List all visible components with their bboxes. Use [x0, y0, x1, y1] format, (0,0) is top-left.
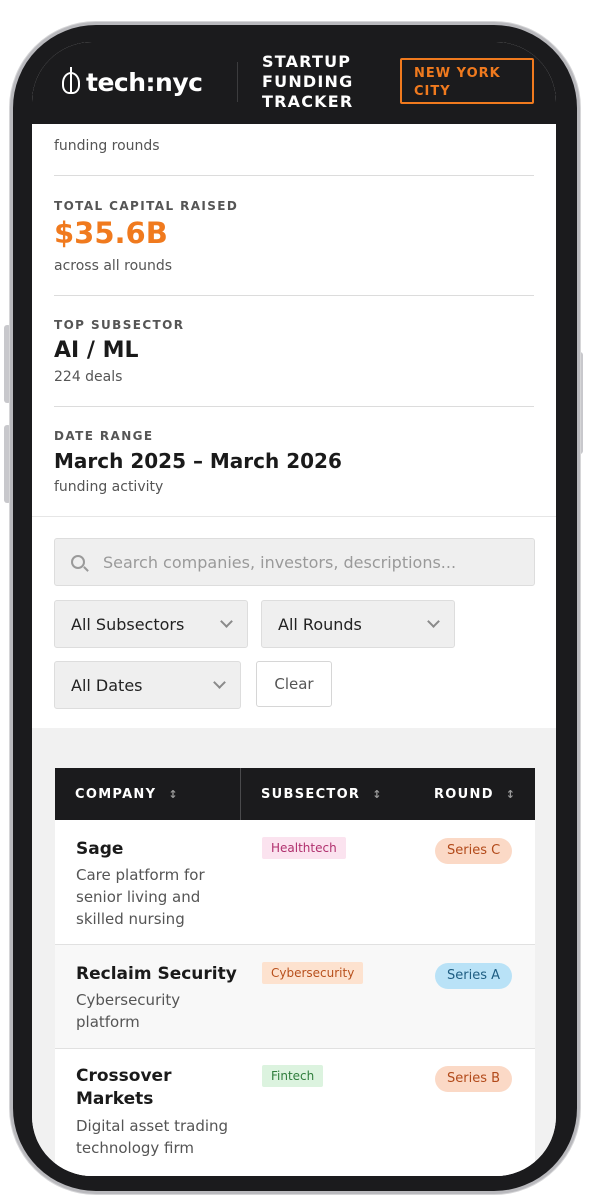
column-header-round[interactable]: ROUND ↕	[434, 768, 515, 820]
subsector-sub: 224 deals	[54, 369, 123, 385]
round-select-value: All Rounds	[278, 614, 362, 634]
capital-value: $35.6B	[54, 216, 168, 250]
dates-label: DATE RANGE	[54, 429, 154, 443]
table-area: COMPANY ↕ SUBSECTOR ↕ ROUND ↕ Sage Care …	[32, 728, 556, 1176]
column-label: ROUND	[434, 786, 494, 802]
header-divider	[240, 768, 241, 820]
capital-label: TOTAL CAPITAL RAISED	[54, 199, 239, 213]
chevron-down-icon	[213, 675, 226, 689]
round-badge: Series A	[435, 963, 513, 989]
subsector-tag: Fintech	[262, 1065, 324, 1087]
chevron-down-icon	[427, 614, 440, 628]
logo-text: tech:nyc	[86, 68, 203, 97]
column-header-subsector[interactable]: SUBSECTOR ↕	[261, 768, 381, 820]
round-select[interactable]: All Rounds	[261, 600, 455, 648]
subsector-tag: Healthtech	[262, 837, 346, 859]
divider	[54, 406, 534, 407]
filter-panel: Search companies, investors, description…	[32, 516, 556, 728]
divider	[54, 175, 534, 176]
divider	[54, 295, 534, 296]
company-name[interactable]: Sage	[76, 838, 123, 861]
table-header: COMPANY ↕ SUBSECTOR ↕ ROUND ↕	[55, 768, 535, 820]
subsector-value: AI / ML	[54, 338, 139, 363]
empire-state-icon	[62, 66, 80, 94]
subsector-tag: Cybersecurity	[262, 962, 364, 984]
table-row[interactable]: Sage Care platform for senior living and…	[55, 820, 535, 945]
technyc-logo[interactable]: tech:nyc	[62, 66, 203, 97]
search-icon	[71, 555, 85, 569]
column-header-company[interactable]: COMPANY ↕	[75, 768, 178, 820]
company-description: Cybersecurity platform	[76, 991, 181, 1031]
column-label: SUBSECTOR	[261, 786, 361, 802]
date-select[interactable]: All Dates	[54, 661, 241, 709]
company-name[interactable]: Crossover Markets	[76, 1065, 216, 1111]
column-label: COMPANY	[75, 786, 157, 802]
tracker-title: STARTUP FUNDING TRACKER	[262, 52, 354, 111]
city-badge[interactable]: NEW YORK CITY	[400, 58, 534, 104]
company-description: Care platform for senior living and skil…	[76, 866, 205, 928]
subsector-select[interactable]: All Subsectors	[54, 600, 248, 648]
table-row[interactable]: Reclaim Security Cybersecurity platform …	[55, 945, 535, 1049]
sort-icon: ↕	[168, 787, 178, 801]
date-select-value: All Dates	[71, 675, 143, 695]
chevron-down-icon	[220, 614, 233, 628]
round-badge: Series B	[435, 1066, 513, 1092]
sort-icon: ↕	[372, 787, 382, 801]
sort-icon: ↕	[505, 787, 516, 801]
header-divider	[237, 62, 238, 102]
rounds-sub: funding rounds	[54, 138, 160, 154]
funding-table: COMPANY ↕ SUBSECTOR ↕ ROUND ↕ Sage Care …	[55, 768, 535, 1176]
company-name[interactable]: Reclaim Security	[76, 963, 237, 986]
dates-sub: funding activity	[54, 479, 164, 495]
capital-sub: across all rounds	[54, 258, 173, 274]
clear-button[interactable]: Clear	[256, 661, 332, 707]
search-placeholder: Search companies, investors, description…	[103, 552, 457, 572]
search-input[interactable]: Search companies, investors, description…	[54, 538, 535, 586]
dates-value: March 2025 – March 2026	[54, 449, 342, 473]
round-badge: Series C	[435, 838, 513, 864]
phone-screen: tech:nyc STARTUP FUNDING TRACKER NEW YOR…	[32, 42, 556, 1176]
company-description: Digital asset trading technology firm	[76, 1117, 229, 1157]
subsector-label: TOP SUBSECTOR	[54, 318, 185, 332]
subsector-select-value: All Subsectors	[71, 614, 185, 634]
app-header: tech:nyc STARTUP FUNDING TRACKER NEW YOR…	[32, 42, 556, 124]
table-row[interactable]: Crossover Markets Digital asset trading …	[55, 1049, 535, 1176]
